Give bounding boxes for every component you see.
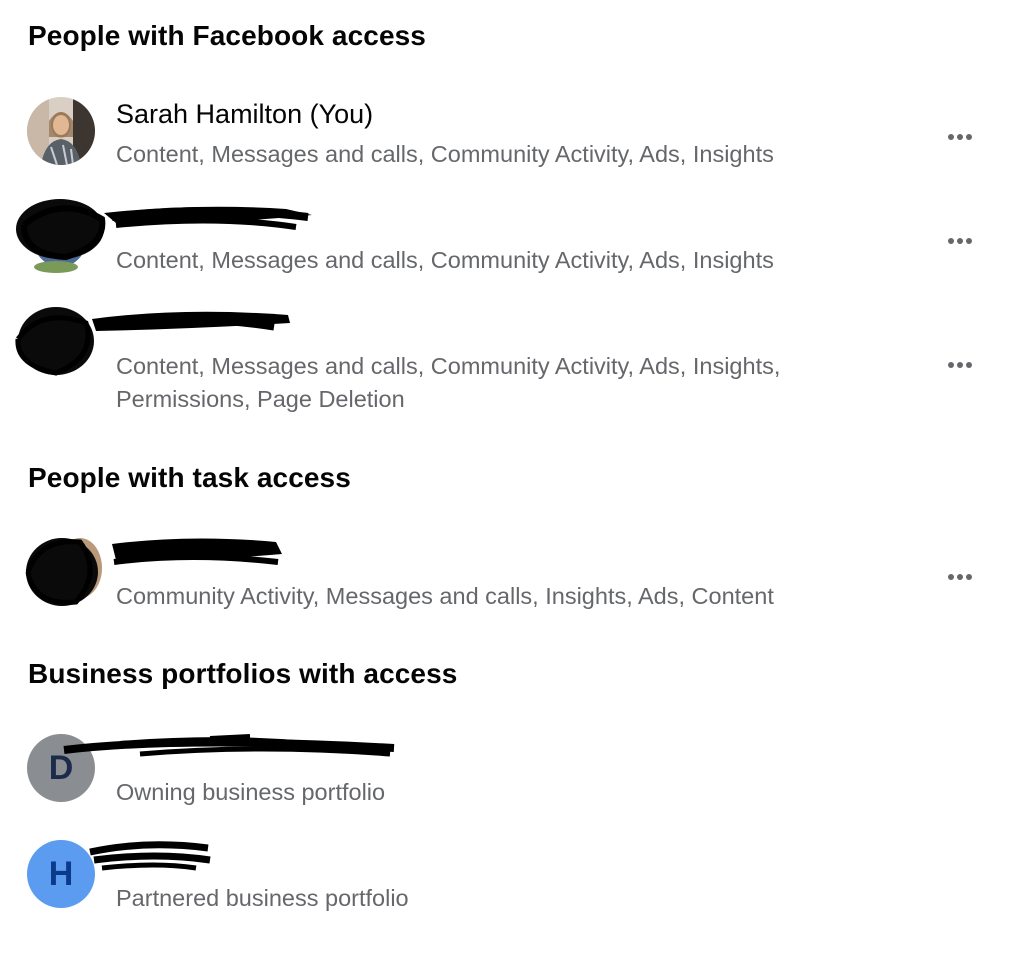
more-options-icon[interactable] [940, 125, 980, 149]
portfolio-row-partnered[interactable]: H Partnered business portfolio [0, 836, 1024, 916]
section-title-business-portfolios: Business portfolios with access [28, 658, 458, 689]
person-row[interactable]: Community Activity, Messages and calls, … [0, 532, 1024, 612]
person-access-list-line2: Permissions, Page Deletion [116, 386, 405, 412]
more-options-icon[interactable] [940, 565, 980, 589]
redaction-scribble [63, 734, 395, 757]
person-access-list-line1: Content, Messages and calls, Community A… [116, 353, 781, 379]
portfolio-initial: H [48, 854, 74, 893]
section-title-facebook-access: People with Facebook access [28, 20, 426, 51]
person-row-sarah[interactable]: Sarah Hamilton (You) Content, Messages a… [0, 95, 1024, 175]
person-access-list: Content, Messages and calls, Community A… [116, 141, 774, 167]
person-access-list: Content, Messages and calls, Community A… [116, 247, 774, 273]
portfolio-type: Owning business portfolio [116, 779, 386, 805]
section-title-task-access: People with task access [28, 462, 351, 493]
avatar [27, 97, 95, 165]
person-row[interactable]: Content, Messages and calls, Community A… [0, 305, 1024, 415]
person-access-list: Community Activity, Messages and calls, … [116, 583, 774, 609]
more-options-icon[interactable] [940, 229, 980, 253]
portfolio-avatar: H [27, 840, 95, 908]
portfolio-row-owning[interactable]: D Owning business portfolio [0, 730, 1024, 810]
portfolio-type: Partnered business portfolio [116, 885, 409, 911]
redaction-scribble [89, 841, 211, 871]
person-name: Sarah Hamilton (You) [116, 99, 374, 129]
person-row[interactable]: Content, Messages and calls, Community A… [0, 195, 1024, 275]
more-options-icon[interactable] [940, 353, 980, 377]
